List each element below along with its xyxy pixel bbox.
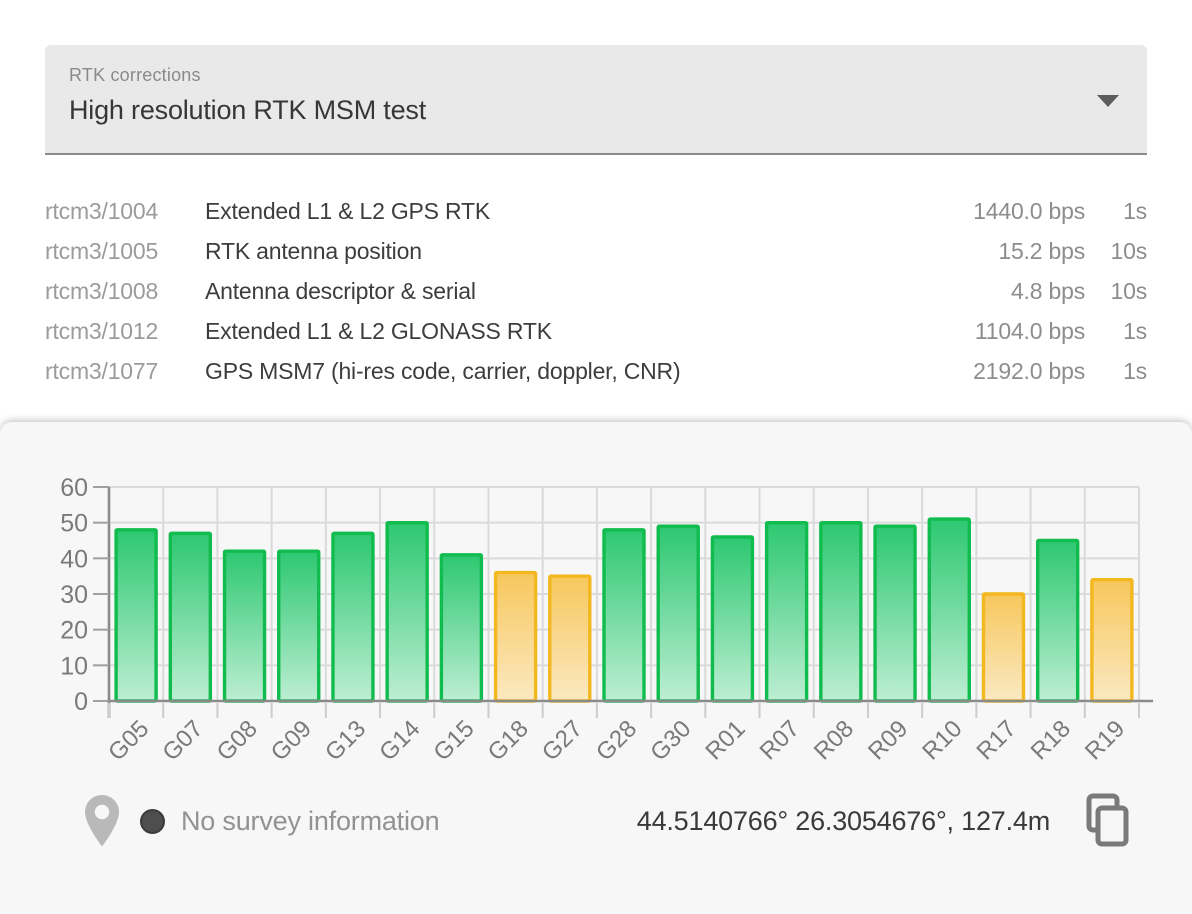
satellite-snr-bar-chart: 0 10 20 30 40 50 60 G05G07G08G09G13G14G15G18G27…: [0, 422, 1192, 784]
chart-bar-R18: [1038, 541, 1078, 702]
x-tick-label: R07: [755, 715, 805, 765]
message-interval: 1s: [1085, 311, 1147, 351]
chevron-down-icon[interactable]: [1097, 95, 1119, 107]
message-bitrate: 4.8 bps: [945, 271, 1085, 311]
x-tick-label: G27: [537, 715, 588, 766]
x-tick-label: G08: [212, 715, 263, 766]
x-tick-label: R19: [1080, 715, 1130, 765]
chart-bar-G13: [333, 533, 373, 701]
y-tick-label: 20: [60, 617, 88, 645]
x-tick-label: G09: [266, 715, 317, 766]
survey-footer: No survey information 44.5140766° 26.305…: [84, 790, 1136, 852]
snr-chart-card: 0 10 20 30 40 50 60 G05G07G08G09G13G14G15G18G27…: [0, 422, 1192, 914]
chart-bar-G15: [441, 555, 481, 701]
message-interval: 1s: [1085, 191, 1147, 231]
x-tick-label: G15: [428, 715, 479, 766]
message-row: rtcm3/1008 Antenna descriptor & serial 4…: [45, 271, 1147, 311]
chart-bar-G08: [225, 551, 265, 701]
chart-bar-G30: [658, 526, 698, 701]
x-tick-label: R01: [700, 715, 750, 765]
message-interval: 1s: [1085, 351, 1147, 391]
message-interval: 10s: [1085, 231, 1147, 271]
y-tick-label: 40: [60, 545, 88, 573]
x-tick-label: R10: [917, 715, 967, 765]
message-bitrate: 1440.0 bps: [945, 191, 1085, 231]
chart-bar-R07: [767, 523, 807, 701]
x-tick-label: G28: [591, 715, 642, 766]
message-name: RTK antenna position: [205, 231, 945, 271]
select-label: RTK corrections: [69, 65, 201, 86]
message-id: rtcm3/1012: [45, 311, 197, 351]
message-row: rtcm3/1005 RTK antenna position 15.2 bps…: [45, 231, 1147, 271]
message-name: GPS MSM7 (hi-res code, carrier, doppler,…: [205, 351, 945, 391]
message-id: rtcm3/1008: [45, 271, 197, 311]
message-id: rtcm3/1077: [45, 351, 197, 391]
y-tick-label: 10: [60, 652, 88, 680]
y-tick-label: 50: [60, 510, 88, 538]
message-interval: 10s: [1085, 271, 1147, 311]
chart-bar-G07: [170, 533, 210, 701]
x-tick-label: G07: [157, 715, 208, 766]
chart-bar-G27: [550, 576, 590, 701]
copy-coordinates-button[interactable]: [1078, 791, 1136, 851]
coordinates-text: 44.5140766° 26.3054676°, 127.4m: [637, 806, 1050, 837]
message-bitrate: 2192.0 bps: [945, 351, 1085, 391]
message-name: Extended L1 & L2 GPS RTK: [205, 191, 945, 231]
select-selected-value: High resolution RTK MSM test: [69, 95, 426, 126]
x-tick-label: R08: [809, 715, 859, 765]
message-bitrate: 15.2 bps: [945, 231, 1085, 271]
chart-bar-R19: [1092, 580, 1132, 701]
x-tick-label: R18: [1026, 715, 1076, 765]
x-tick-label: G14: [374, 715, 425, 766]
message-bitrate: 1104.0 bps: [945, 311, 1085, 351]
y-tick-label: 30: [60, 581, 88, 609]
status-dot-icon: [140, 809, 165, 834]
chart-bar-R08: [821, 523, 861, 701]
rtk-corrections-select[interactable]: RTK corrections High resolution RTK MSM …: [45, 45, 1147, 155]
x-tick-label: R09: [863, 715, 913, 765]
chart-bar-G14: [387, 523, 427, 701]
message-row: rtcm3/1012 Extended L1 & L2 GLONASS RTK …: [45, 311, 1147, 351]
message-row: rtcm3/1004 Extended L1 & L2 GPS RTK 1440…: [45, 191, 1147, 231]
y-tick-label: 0: [74, 688, 88, 716]
chart-bar-R10: [929, 519, 969, 701]
chart-bar-G18: [496, 573, 536, 701]
rtcm-message-list: rtcm3/1004 Extended L1 & L2 GPS RTK 1440…: [45, 191, 1147, 391]
x-tick-label: G18: [483, 715, 534, 766]
survey-status-text: No survey information: [181, 806, 439, 837]
message-id: rtcm3/1005: [45, 231, 197, 271]
chart-bar-G05: [116, 530, 156, 701]
x-tick-label: R17: [971, 715, 1021, 765]
chart-bar-R01: [712, 537, 752, 701]
location-pin-icon: [84, 794, 120, 848]
y-tick-label: 60: [60, 474, 88, 502]
message-name: Extended L1 & L2 GLONASS RTK: [205, 311, 945, 351]
message-row: rtcm3/1077 GPS MSM7 (hi-res code, carrie…: [45, 351, 1147, 391]
chart-bar-R17: [983, 594, 1023, 701]
x-tick-label: G05: [103, 715, 154, 766]
message-id: rtcm3/1004: [45, 191, 197, 231]
x-tick-label: G30: [645, 715, 696, 766]
message-name: Antenna descriptor & serial: [205, 271, 945, 311]
x-tick-label: G13: [320, 715, 371, 766]
chart-bar-G28: [604, 530, 644, 701]
chart-bar-G09: [279, 551, 319, 701]
copy-icon: [1078, 791, 1136, 851]
chart-bar-R09: [875, 526, 915, 701]
